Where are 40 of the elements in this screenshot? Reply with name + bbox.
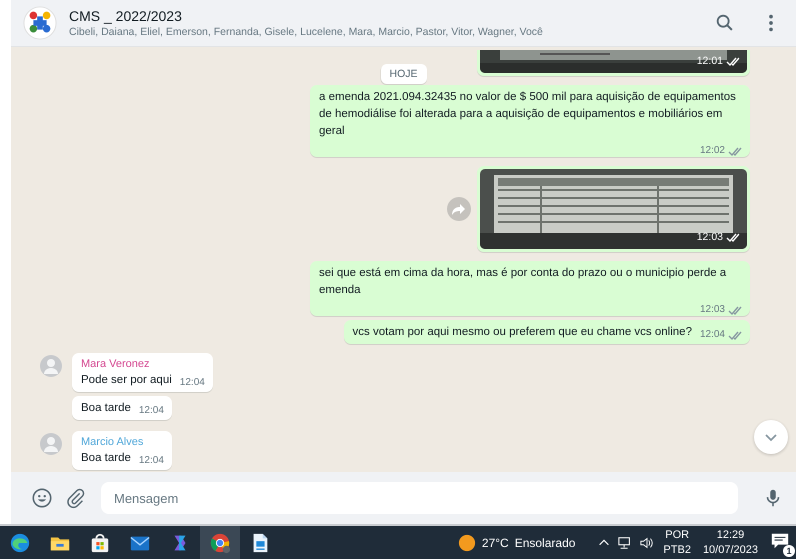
message-time: 12:04 bbox=[700, 329, 725, 341]
message-time: 12:01 bbox=[696, 54, 723, 69]
sun-icon[interactable] bbox=[458, 534, 476, 552]
temperature: 27°C bbox=[482, 536, 509, 550]
paperclip-icon[interactable] bbox=[65, 487, 87, 509]
scroll-down-button[interactable] bbox=[754, 420, 788, 454]
image-message[interactable]: 12:01 bbox=[477, 50, 750, 76]
message-text: a emenda 2021.094.32435 no valor de $ 500 mil para aquisição de equipamentos de hemodiálise foi alterada para a aquisição de equipamentos e mobiliários em geral bbox=[319, 90, 737, 139]
avatar bbox=[40, 353, 62, 379]
participant-list: Cibeli, Daiana, Eliel, Emerson, Fernanda, Gisele, Lucelene, Mara, Marcio, Pastor, Vitor, Wagner, Você bbox=[69, 26, 690, 38]
clock-time: 12:29 bbox=[716, 528, 744, 542]
clock-date: 10/07/2023 bbox=[702, 542, 758, 558]
speaker-icon[interactable] bbox=[639, 536, 656, 550]
browser-icon bbox=[209, 532, 231, 554]
date-chip: HOJE bbox=[380, 64, 426, 84]
message-time: 12:04 bbox=[180, 377, 205, 389]
notification-badge: 1 bbox=[783, 544, 795, 556]
message-text: vcs votam por aqui mesmo ou preferem que eu chame vcs online? bbox=[352, 325, 692, 340]
message-text: Pode ser por aqui bbox=[81, 373, 172, 388]
message-time: 12:02 bbox=[700, 145, 725, 157]
message-text: Boa tarde bbox=[81, 451, 131, 466]
message-time: 12:03 bbox=[700, 304, 725, 316]
browser-icon bbox=[9, 532, 31, 554]
message-time: 12:04 bbox=[138, 405, 164, 417]
image-message[interactable]: 12:03 bbox=[477, 166, 750, 252]
sender-name: Marcio Alves bbox=[81, 435, 144, 450]
weather-condition: Ensolarado bbox=[514, 536, 576, 550]
message-field[interactable]: Mensagem bbox=[101, 482, 738, 514]
logo-icon bbox=[23, 6, 57, 40]
message-time: 12:04 bbox=[138, 455, 164, 467]
chat-title: CMS _ 2022/2023 bbox=[69, 8, 183, 24]
sender-name: Mara Veronez bbox=[81, 357, 150, 372]
avatar bbox=[40, 431, 62, 457]
message-time: 12:03 bbox=[696, 230, 723, 245]
keyboard-layout: PTB2 bbox=[663, 542, 691, 558]
message-text: Boa tarde bbox=[81, 401, 131, 416]
message-text: sei que está em cima da hora, mas é por conta do prazo ou o municipio perde a emenda bbox=[319, 266, 728, 298]
input-language: POR bbox=[665, 528, 690, 542]
emoji-icon[interactable] bbox=[31, 487, 53, 509]
shopping-bag-icon bbox=[89, 532, 111, 554]
